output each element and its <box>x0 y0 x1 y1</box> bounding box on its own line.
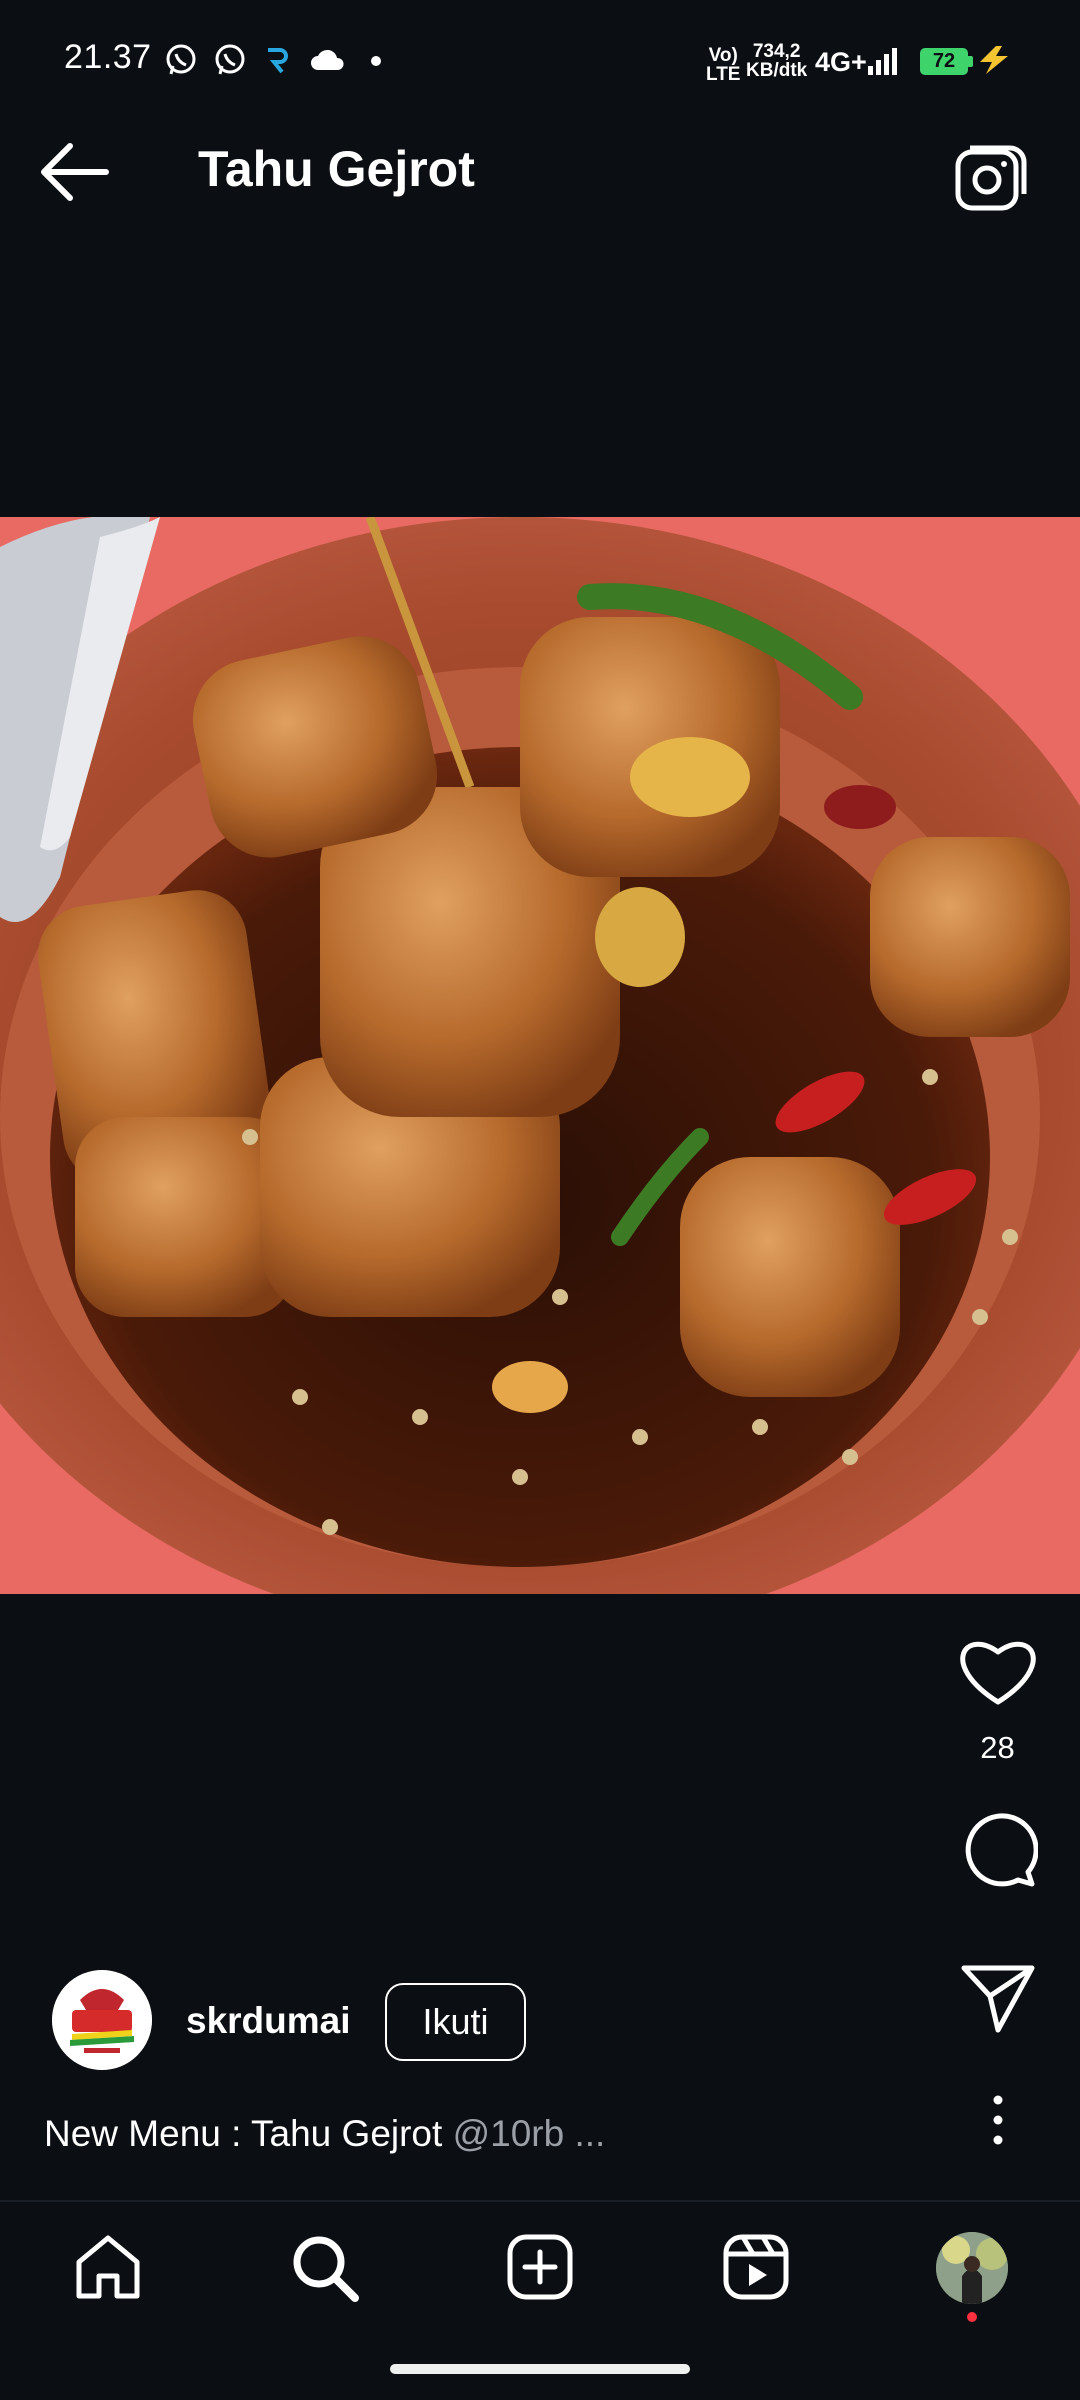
author-logo-image <box>52 1970 152 2070</box>
search-icon[interactable] <box>287 2230 361 2304</box>
volte-label: Vo) LTE <box>706 45 741 85</box>
tahu-gejrot-image <box>0 517 1080 1594</box>
cloud-icon <box>311 49 344 70</box>
post-author: skrdumai Ikuti <box>52 1970 752 2070</box>
caption-more[interactable]: @10rb ... <box>453 2113 606 2154</box>
author-avatar[interactable] <box>52 1970 152 2070</box>
notification-dot <box>967 2312 977 2322</box>
signal-icon <box>868 48 897 75</box>
app-icon <box>268 48 288 74</box>
comment-icon[interactable] <box>958 1810 1038 1890</box>
profile-avatar[interactable] <box>936 2232 1008 2304</box>
battery-icon: 72 <box>920 48 968 75</box>
follow-button[interactable]: Ikuti <box>385 1983 526 2061</box>
profile-photo <box>936 2232 1008 2304</box>
battery-tip <box>968 56 973 67</box>
header: Tahu Gejrot <box>0 92 1080 252</box>
like-count[interactable]: 28 <box>940 1730 1055 1766</box>
home-icon[interactable] <box>71 2230 145 2304</box>
more-options-icon[interactable] <box>978 2090 1018 2150</box>
reels-icon[interactable] <box>719 2230 793 2304</box>
network-type: 4G+ <box>815 47 867 77</box>
whatsapp-icon <box>215 44 245 75</box>
author-username[interactable]: skrdumai <box>186 2000 351 2042</box>
network-speed: 734,2 KB/dtk <box>746 41 808 81</box>
charging-icon <box>980 46 1008 74</box>
post-photo[interactable] <box>0 517 1080 1594</box>
status-bar: 21.37 Vo) LTE 734,2 KB/dtk 4G+ 72 <box>0 0 1080 92</box>
page-title: Tahu Gejrot <box>198 141 475 197</box>
bottom-nav <box>0 2202 1080 2332</box>
arrow-left-icon[interactable] <box>36 140 116 204</box>
camera-icon[interactable] <box>952 140 1028 216</box>
dot-icon <box>371 56 381 66</box>
add-icon[interactable] <box>503 2230 577 2304</box>
send-icon[interactable] <box>958 1958 1038 2038</box>
heart-icon[interactable] <box>958 1634 1038 1708</box>
home-indicator[interactable] <box>390 2364 690 2374</box>
whatsapp-icon <box>166 44 196 75</box>
caption-text: New Menu : Tahu Gejrot <box>44 2113 453 2154</box>
post-caption[interactable]: New Menu : Tahu Gejrot @10rb ... <box>44 2113 605 2155</box>
status-time: 21.37 <box>64 38 152 76</box>
